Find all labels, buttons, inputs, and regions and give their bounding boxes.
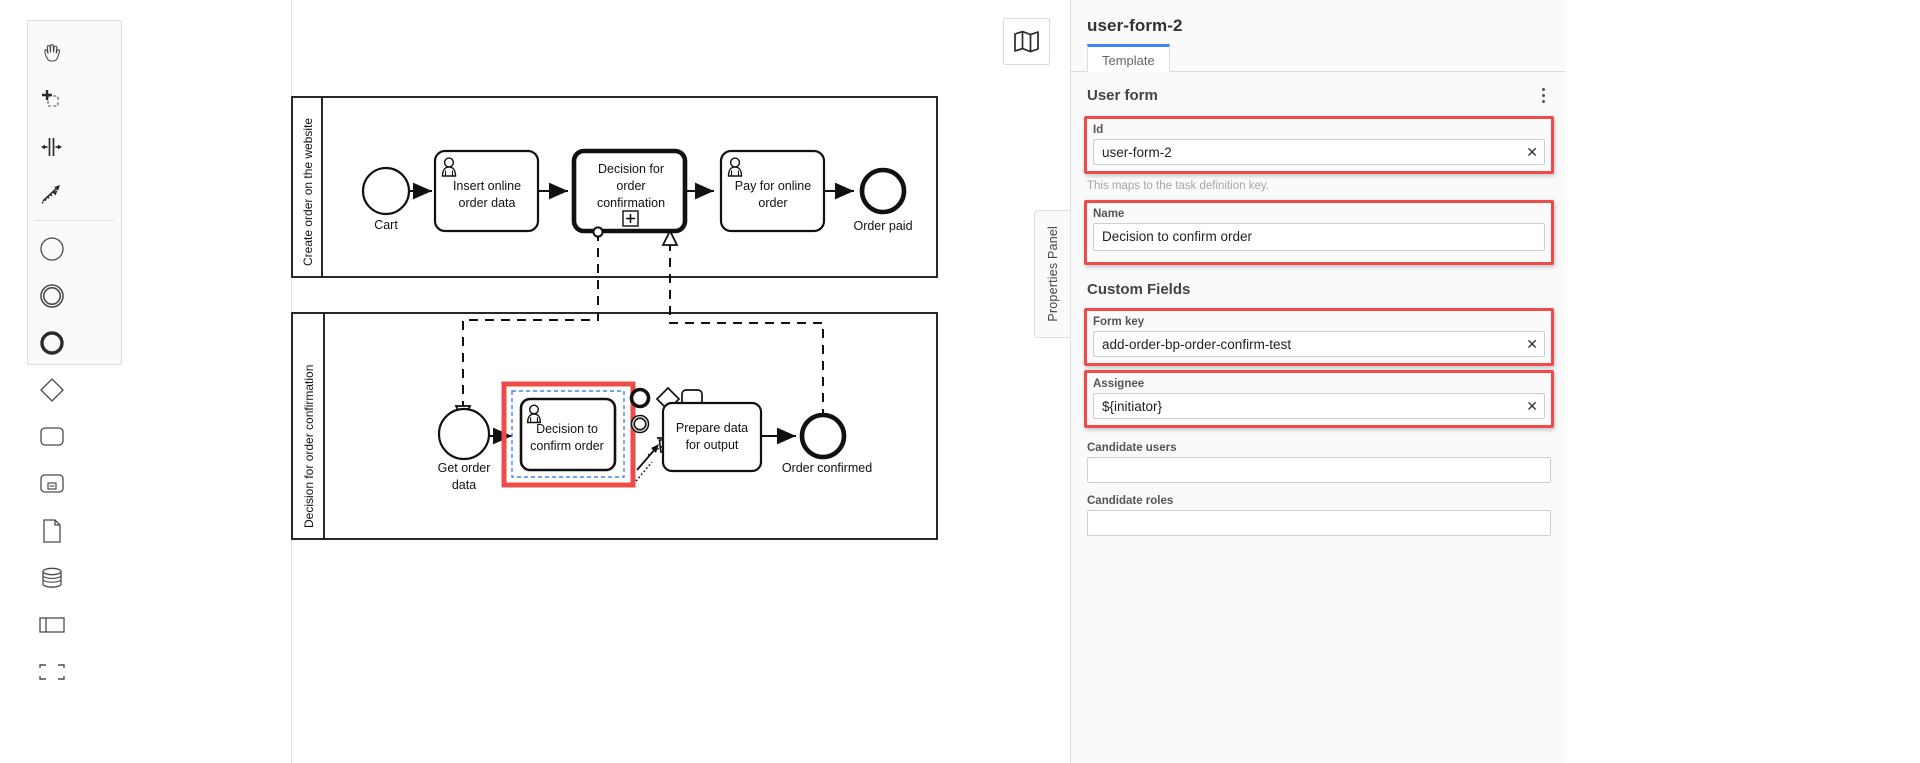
- tab-template[interactable]: Template: [1087, 44, 1170, 72]
- node-label: Pay for online: [735, 179, 811, 193]
- name-input[interactable]: [1093, 223, 1545, 251]
- panel-title: user-form-2: [1087, 16, 1183, 35]
- properties-panel-toggle[interactable]: Properties Panel: [1034, 210, 1070, 338]
- kebab-menu-icon[interactable]: [1535, 86, 1551, 104]
- field-assignee: Assignee ✕: [1090, 375, 1548, 421]
- id-input[interactable]: [1093, 139, 1545, 165]
- node-label: Decision to: [536, 422, 598, 436]
- section-custom-fields: Custom Fields: [1087, 281, 1191, 298]
- field-candidate-users: Candidate users: [1071, 432, 1565, 485]
- node-label: confirmation: [597, 196, 665, 210]
- node-label: order: [758, 196, 787, 210]
- node-label: Prepare data: [676, 421, 748, 435]
- candidate-roles-input[interactable]: [1087, 510, 1551, 536]
- context-pad-append-end-event[interactable]: [629, 387, 651, 409]
- field-name: Name: [1090, 205, 1548, 258]
- node-label: Insert online: [453, 179, 521, 193]
- node-pay-for-online-order[interactable]: Pay for online order: [719, 149, 826, 233]
- form-key-clear-icon[interactable]: ✕: [1526, 337, 1538, 351]
- field-assignee-label: Assignee: [1093, 378, 1145, 390]
- field-candidate-roles-label: Candidate roles: [1087, 495, 1174, 507]
- properties-panel-toggle-label: Properties Panel: [1045, 226, 1060, 322]
- node-prepare-data-for-output[interactable]: Prepare data for output: [661, 401, 763, 473]
- node-cart-label: Cart: [374, 218, 398, 232]
- bpmn-diagram[interactable]: Create order on the website Cart Insert …: [0, 0, 1070, 763]
- node-order-paid-label: Order paid: [853, 219, 912, 233]
- node-label: order data: [459, 196, 516, 210]
- pool-create-order-on-the-website[interactable]: Create order on the website Cart Insert …: [291, 96, 938, 278]
- node-label: Decision for: [598, 162, 664, 176]
- bpmn-modeler: Create order on the website Cart Insert …: [0, 0, 1920, 763]
- node-label: Get order: [438, 461, 491, 475]
- diagram-canvas[interactable]: Create order on the website Cart Insert …: [0, 0, 1071, 763]
- field-candidate-roles: Candidate roles: [1071, 485, 1565, 538]
- pool-1-label: Create order on the website: [301, 118, 315, 266]
- group-label: User form: [1087, 86, 1158, 104]
- field-candidate-users-label: Candidate users: [1087, 442, 1177, 454]
- node-label: order: [616, 179, 645, 193]
- subprocess-marker-plus-icon: [622, 210, 639, 227]
- field-form-key: Form key ✕: [1090, 313, 1548, 359]
- highlight-box-form-key: Form key ✕: [1084, 308, 1554, 366]
- field-name-label: Name: [1093, 208, 1125, 220]
- highlight-box-name: Name: [1084, 200, 1554, 265]
- field-id: Id ✕: [1090, 121, 1548, 167]
- highlight-box-id: Id ✕: [1084, 116, 1554, 174]
- pool-2-label: Decision for order confirmation: [302, 365, 316, 528]
- assignee-input[interactable]: [1093, 393, 1545, 419]
- form-key-input[interactable]: [1093, 331, 1545, 357]
- properties-panel[interactable]: user-form-2 Template User form Id ✕ This…: [1070, 0, 1565, 763]
- right-empty-area: [1565, 0, 1920, 763]
- assignee-clear-icon[interactable]: ✕: [1526, 399, 1538, 413]
- node-label: confirm order: [530, 439, 604, 453]
- field-form-key-label: Form key: [1093, 316, 1145, 328]
- node-label: data: [452, 478, 476, 492]
- field-id-hint: This maps to the task definition key.: [1087, 180, 1269, 192]
- panel-tabbar[interactable]: Template: [1071, 44, 1565, 72]
- node-label: Order confirmed: [782, 461, 872, 475]
- node-insert-online-order-data[interactable]: Insert online order data: [433, 149, 540, 233]
- node-label: for output: [686, 438, 739, 452]
- highlight-box-assignee: Assignee ✕: [1084, 370, 1554, 428]
- group-header-user-form: User form: [1071, 72, 1565, 112]
- node-decision-for-order-confirmation[interactable]: Decision for order confirmation: [571, 148, 688, 234]
- candidate-users-input[interactable]: [1087, 457, 1551, 483]
- id-clear-icon[interactable]: ✕: [1526, 145, 1538, 159]
- field-id-label: Id: [1093, 124, 1104, 136]
- context-pad-append-intermediate-event[interactable]: [630, 414, 650, 434]
